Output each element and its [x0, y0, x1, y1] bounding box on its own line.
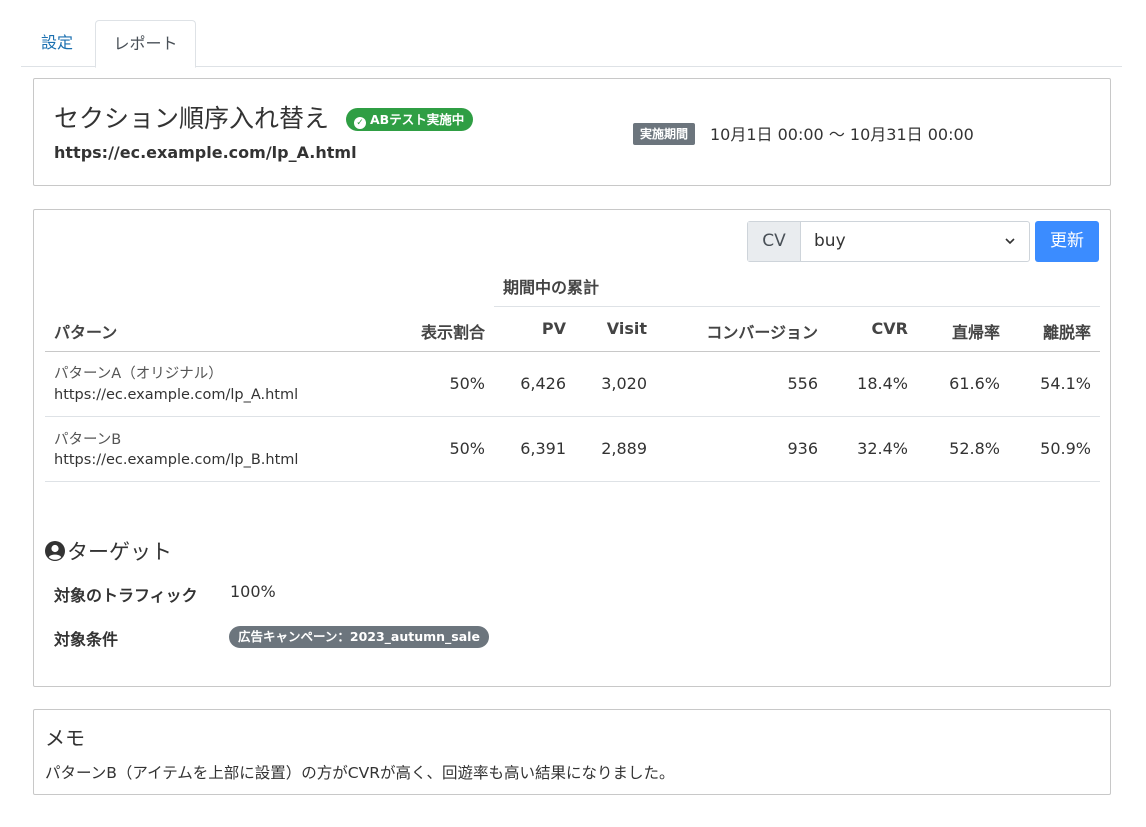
page-title: セクション順序入れ替え [54, 104, 330, 133]
col-header-ratio: 表示割合 [420, 323, 485, 342]
cell-conversion: 556 [787, 374, 818, 393]
target-heading-label: ターゲット [67, 540, 172, 564]
row-divider [45, 481, 1100, 482]
cv-label: CV [748, 222, 801, 261]
condition-label: 対象条件 [54, 630, 119, 649]
group-header: 期間中の累計 [503, 278, 600, 297]
group-divider [494, 306, 1100, 307]
target-heading: ターゲット [45, 536, 172, 566]
test-summary-card: セクション順序入れ替え ✓ ABテスト実施中 https://ec.example… [33, 78, 1111, 186]
row-divider [45, 416, 1100, 417]
col-header-exit: 離脱率 [1042, 323, 1091, 342]
user-circle-icon [45, 541, 65, 561]
update-button[interactable]: 更新 [1035, 221, 1099, 262]
header-divider [45, 351, 1100, 352]
col-header-cvr: CVR [871, 319, 908, 338]
condition-badge: 広告キャンペーン：2023_autumn_sale [229, 626, 489, 648]
status-badge-label: ABテスト実施中 [370, 112, 465, 127]
traffic-label: 対象のトラフィック [54, 586, 198, 605]
cell-bounce: 61.6% [949, 374, 1000, 393]
col-header-bounce: 直帰率 [951, 323, 1000, 342]
col-header-pattern: パターン [54, 323, 118, 342]
cell-pv: 6,426 [520, 374, 566, 393]
col-header-visit: Visit [606, 319, 647, 338]
cell-pv: 6,391 [520, 439, 566, 458]
report-card: CV buy 更新 期間中の累計 パターン 表示割合 PV Visit コンバー… [33, 209, 1111, 687]
cell-ratio: 50% [449, 439, 485, 458]
cell-ratio: 50% [449, 374, 485, 393]
pattern-url: https://ec.example.com/lp_A.html [54, 387, 299, 403]
cell-visit: 3,020 [601, 374, 647, 393]
pattern-name: パターンB [54, 432, 122, 448]
cell-exit: 54.1% [1040, 374, 1091, 393]
check-circle-icon: ✓ [354, 117, 366, 129]
cv-select[interactable]: buy [801, 222, 1029, 261]
cell-exit: 50.9% [1040, 439, 1091, 458]
cell-conversion: 936 [787, 439, 818, 458]
period-badge: 実施期間 [633, 123, 696, 145]
memo-title: メモ [45, 726, 85, 750]
cv-select-value: buy [814, 231, 846, 251]
chevron-down-icon [1005, 238, 1015, 245]
cell-cvr: 32.4% [857, 439, 908, 458]
cell-bounce: 52.8% [949, 439, 1000, 458]
status-badge: ✓ ABテスト実施中 [346, 108, 474, 131]
tab-report[interactable]: レポート [95, 20, 196, 68]
period-value: 10月1日 00:00 〜 10月31日 00:00 [710, 125, 974, 144]
cv-select-group: CV buy [747, 221, 1030, 262]
tab-settings[interactable]: 設定 [21, 20, 93, 67]
memo-card: メモ パターンB（アイテムを上部に設置）の方がCVRが高く、回遊率も高い結果にな… [33, 709, 1111, 795]
cell-visit: 2,889 [601, 439, 647, 458]
col-header-pv: PV [541, 319, 566, 338]
traffic-value: 100% [230, 582, 276, 601]
memo-text: パターンB（アイテムを上部に設置）の方がCVRが高く、回遊率も高い結果になりまし… [45, 764, 675, 782]
test-url: https://ec.example.com/lp_A.html [54, 143, 357, 162]
pattern-name: パターンA（オリジナル） [54, 366, 223, 382]
pattern-url: https://ec.example.com/lp_B.html [54, 452, 299, 468]
col-header-conversion: コンバージョン [706, 323, 818, 342]
tab-bar: 設定 レポート [21, 20, 1122, 68]
cell-cvr: 18.4% [857, 374, 908, 393]
